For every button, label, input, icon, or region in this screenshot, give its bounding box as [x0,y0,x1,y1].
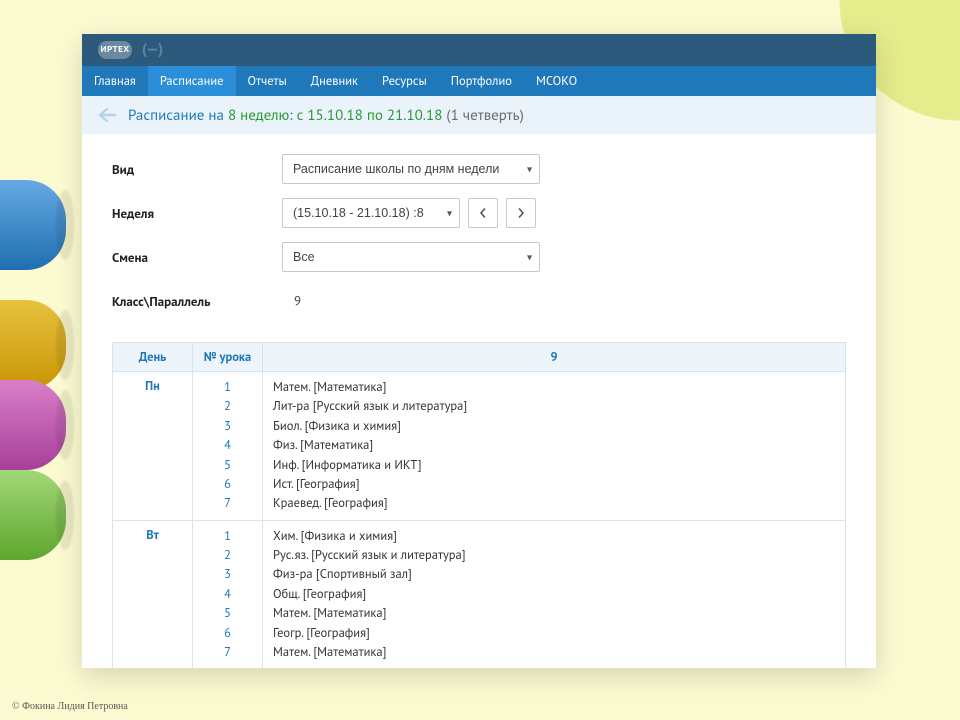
th-class: 9 [263,343,846,372]
cell-day: Пн [113,372,193,521]
slide-credit: © Фокина Лидия Петровна [12,701,128,712]
cell-lesson-numbers: 1234567 [193,372,263,521]
nav-item-1[interactable]: Расписание [148,66,236,96]
subheader-range: с 15.10.18 по 21.10.18 [297,106,447,125]
select-view[interactable]: Расписание школы по дням недели [282,154,540,184]
label-class: Класс\Параллель [112,293,282,310]
logo-badge: ИРТЕХ [98,41,132,59]
row-class: Класс\Параллель 9 [112,286,846,316]
page-subheader: Расписание на 8 неделю: с 15.10.18 по 21… [82,96,876,134]
row-view: Вид Расписание школы по дням недели [112,154,846,184]
nav-item-3[interactable]: Дневник [299,66,370,96]
schedule-table: День № урока 9 Пн1234567Матем. [Математи… [112,342,846,668]
decorative-ribbon-pink [0,380,66,470]
class-value: 9 [282,286,313,316]
cell-lesson-numbers: 1234567 [193,520,263,668]
app-header: ИРТЕХ (—) [82,34,876,66]
nav-item-5[interactable]: Портфолио [439,66,524,96]
label-shift: Смена [112,249,282,266]
th-lesson-number: № урока [193,343,263,372]
table-row: Вт1234567Хим. [Физика и химия]Рус.яз. [Р… [113,520,846,668]
cell-subjects: Матем. [Математика]Лит-ра [Русский язык … [263,372,846,521]
subheader-quarter: (1 четверть) [446,106,523,125]
app-window: ИРТЕХ (—) ГлавнаяРасписаниеОтчетыДневник… [82,34,876,668]
subheader-week: 8 неделю [228,106,289,125]
row-week: Неделя (15.10.18 - 21.10.18) :8 [112,198,846,228]
nav-item-4[interactable]: Ресурсы [370,66,439,96]
main-nav: ГлавнаяРасписаниеОтчетыДневникРесурсыПор… [82,66,876,96]
back-arrow-icon[interactable] [96,104,118,126]
subheader-colon: : [289,106,296,125]
decorative-ribbon-green [0,470,66,560]
week-next-button[interactable] [506,198,536,228]
subheader-text: Расписание на 8 неделю: с 15.10.18 по 21… [128,106,524,125]
th-day: День [113,343,193,372]
schedule-container: День № урока 9 Пн1234567Матем. [Математи… [82,338,876,668]
nav-item-0[interactable]: Главная [82,66,148,96]
subheader-prefix: Расписание на [128,106,228,125]
select-shift[interactable]: Все [282,242,540,272]
row-shift: Смена Все [112,242,846,272]
decorative-ribbon-blue [0,180,66,270]
week-prev-button[interactable] [468,198,498,228]
nav-item-6[interactable]: МСОКО [524,66,589,96]
label-week: Неделя [112,205,282,222]
label-view: Вид [112,161,282,178]
cell-day: Вт [113,520,193,668]
decorative-ribbon-yellow [0,300,66,390]
select-week[interactable]: (15.10.18 - 21.10.18) :8 [282,198,460,228]
nav-item-2[interactable]: Отчеты [236,66,299,96]
table-row: Пн1234567Матем. [Математика]Лит-ра [Русс… [113,372,846,521]
cell-subjects: Хим. [Физика и химия]Рус.яз. [Русский яз… [263,520,846,668]
app-title: (—) [142,34,163,66]
filter-form: Вид Расписание школы по дням недели Неде… [82,134,876,338]
